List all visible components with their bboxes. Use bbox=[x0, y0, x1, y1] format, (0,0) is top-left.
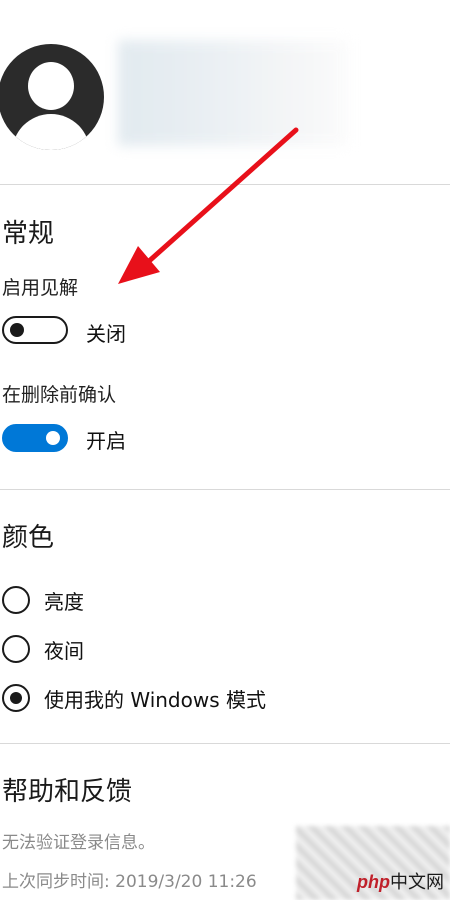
toggle-knob bbox=[46, 431, 60, 445]
avatar-head-shape bbox=[28, 62, 74, 110]
toggle-knob bbox=[10, 323, 24, 337]
divider bbox=[0, 489, 450, 490]
insights-label: 启用见解 bbox=[2, 277, 79, 299]
divider bbox=[0, 184, 450, 185]
section-title-general: 常规 bbox=[2, 219, 55, 249]
radio-light[interactable] bbox=[2, 586, 30, 614]
section-title-help: 帮助和反馈 bbox=[2, 777, 133, 807]
radio-windows-mode-label[interactable]: 使用我的 Windows 模式 bbox=[44, 684, 266, 713]
radio-dark-label[interactable]: 夜间 bbox=[44, 635, 84, 664]
login-status-text: 无法验证登录信息。 bbox=[2, 833, 155, 853]
avatar[interactable] bbox=[0, 44, 104, 150]
insights-toggle[interactable] bbox=[2, 316, 68, 344]
last-sync-text: 上次同步时间: 2019/3/20 11:26 bbox=[2, 872, 257, 892]
section-title-color: 颜色 bbox=[2, 523, 55, 553]
confirm-delete-label: 在删除前确认 bbox=[2, 384, 117, 406]
radio-windows-mode[interactable] bbox=[2, 684, 30, 712]
watermark-brand: php bbox=[357, 872, 390, 892]
watermark-suffix: 中文网 bbox=[390, 872, 444, 892]
account-name-redacted bbox=[118, 40, 348, 146]
radio-selected-dot bbox=[10, 692, 22, 704]
insights-state: 关闭 bbox=[86, 322, 126, 346]
confirm-delete-toggle[interactable] bbox=[2, 424, 68, 452]
avatar-body-shape bbox=[12, 114, 90, 150]
radio-dark[interactable] bbox=[2, 635, 30, 663]
watermark: php中文网 bbox=[357, 868, 444, 894]
radio-light-label[interactable]: 亮度 bbox=[44, 586, 84, 615]
divider bbox=[0, 743, 450, 744]
confirm-delete-state: 开启 bbox=[86, 429, 126, 453]
